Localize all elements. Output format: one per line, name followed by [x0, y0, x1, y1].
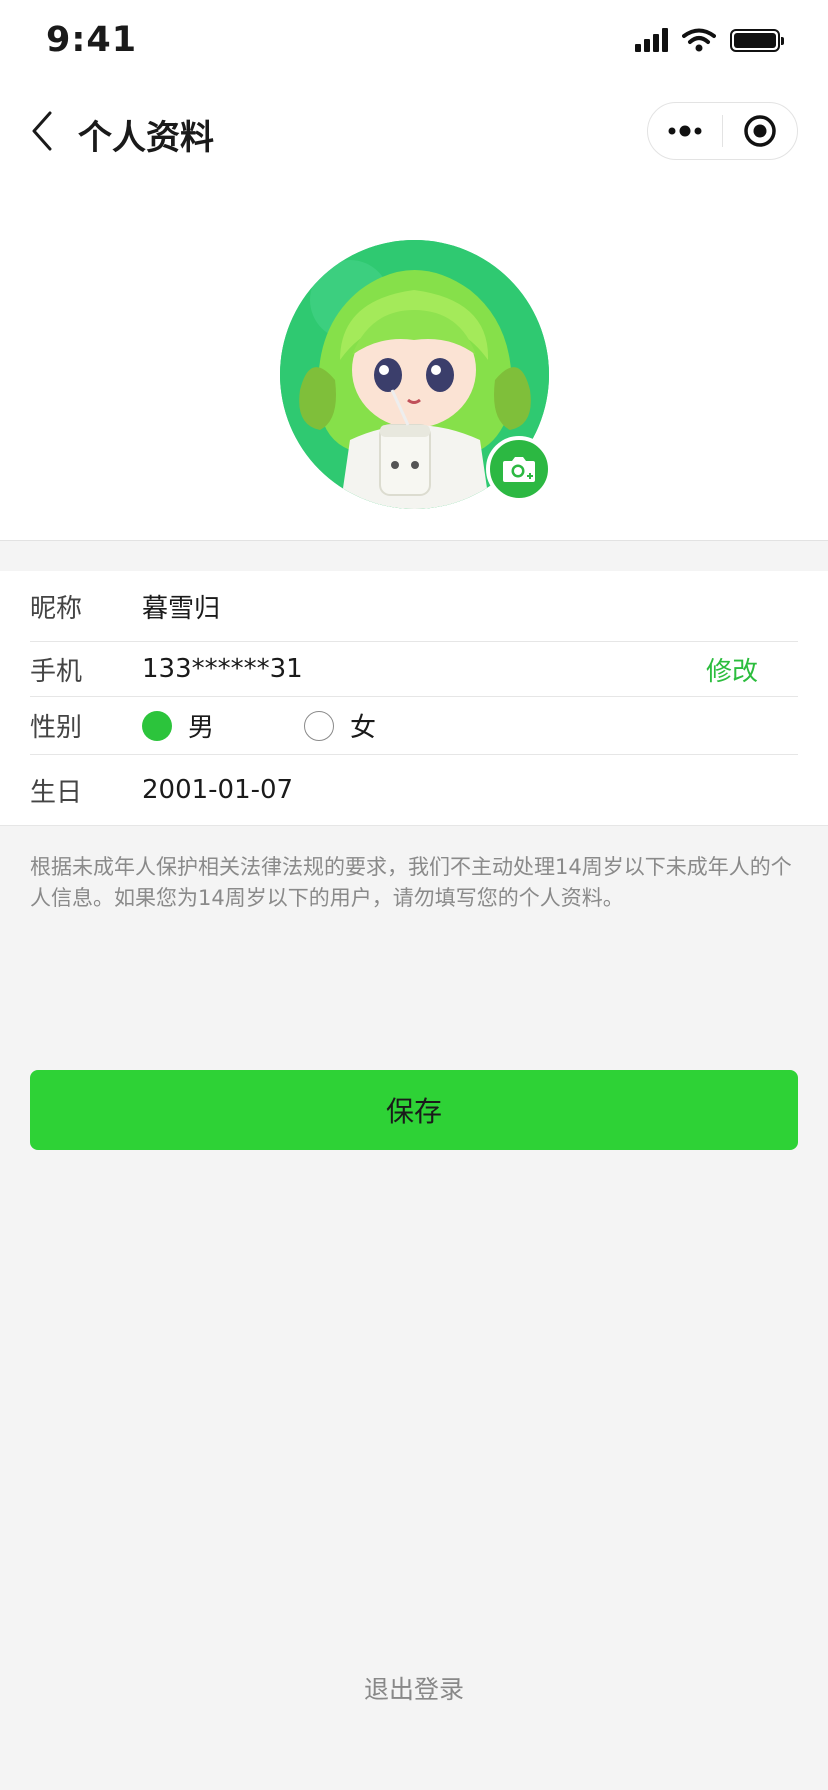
birthday-label: 生日	[30, 777, 83, 808]
gender-female-radio[interactable]: 女	[304, 707, 376, 744]
back-icon	[32, 111, 52, 151]
change-avatar-button[interactable]	[486, 436, 552, 502]
birthday-row[interactable]: 生日 2001-01-07	[30, 755, 798, 825]
birthday-value[interactable]: 2001-01-07	[142, 775, 293, 805]
edit-phone-link[interactable]: 修改	[706, 651, 758, 688]
status-time: 9:41	[46, 20, 138, 60]
signal-icon	[635, 28, 668, 52]
gender-male-label: 男	[188, 713, 215, 743]
radio-checked-icon	[142, 710, 172, 741]
phone-label: 手机	[30, 656, 83, 687]
nickname-row[interactable]: 昵称 暮雪归	[30, 571, 798, 642]
radio-unchecked-icon	[304, 710, 335, 741]
miniprogram-capsule	[647, 102, 798, 160]
save-button[interactable]: 保存	[30, 1070, 798, 1150]
profile-form: 昵称 暮雪归 手机 133******31 修改 性别 男 女 生日 2001-…	[0, 571, 828, 826]
record-icon	[744, 115, 776, 147]
gender-row: 性别 男 女	[30, 697, 798, 755]
logout-button[interactable]: 退出登录	[0, 1670, 828, 1706]
gender-male-radio[interactable]: 男	[142, 707, 214, 744]
phone-value: 133******31	[142, 654, 303, 684]
gender-label: 性别	[30, 713, 83, 743]
status-icons	[635, 28, 784, 52]
close-miniprogram-button[interactable]	[723, 103, 797, 159]
back-button[interactable]	[22, 106, 62, 156]
phone-row: 手机 133******31 修改	[30, 642, 798, 697]
battery-icon	[730, 28, 784, 52]
profile-header-area: 9:41 个人资料	[0, 0, 828, 541]
wifi-icon	[682, 28, 716, 52]
more-button[interactable]	[648, 103, 722, 159]
page-title: 个人资料	[78, 118, 214, 158]
more-icon	[668, 125, 702, 137]
gender-radio-group: 男 女	[142, 707, 466, 744]
camera-icon	[503, 457, 535, 482]
minor-protection-notice: 根据未成年人保护相关法律法规的要求，我们不主动处理14周岁以下未成年人的个人信息…	[30, 855, 792, 910]
nickname-value[interactable]: 暮雪归	[142, 588, 220, 625]
nickname-label: 昵称	[30, 593, 83, 624]
gender-female-label: 女	[350, 713, 377, 743]
